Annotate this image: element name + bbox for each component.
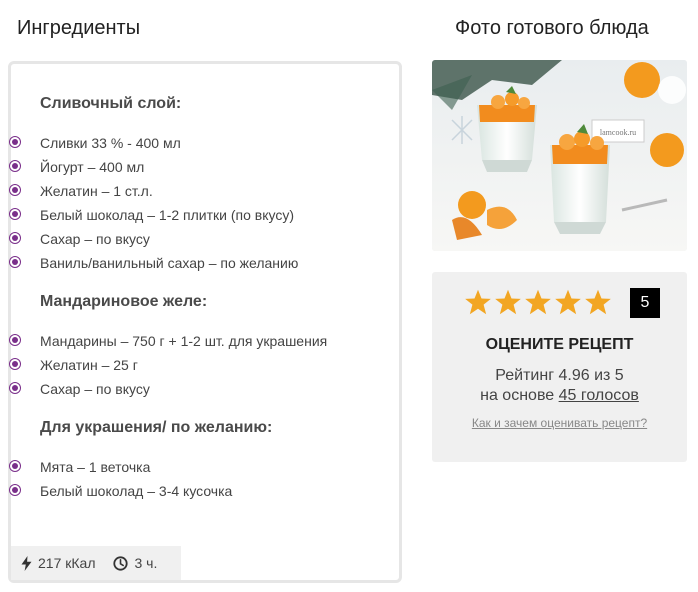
ingredient-group-decoration: Для украшения/ по желанию: Мята – 1 вето… [12,419,273,503]
list-item: Мята – 1 веточка [12,455,272,479]
rating-line: Рейтинг 4.96 из 5 [495,367,624,384]
star-icon[interactable] [584,287,612,317]
rating-panel: 5 ОЦЕНИТЕ РЕЦЕПТ Рейтинг 4.96 из 5 на ос… [432,272,687,462]
list-item: Ваниль/ванильный сахар – по желанию [12,251,298,275]
calories-info: 217 кКал [21,555,95,571]
list-item: Сливки 33 % - 400 мл [12,131,298,155]
rating-stars[interactable] [464,287,612,317]
bullet-icon [12,361,18,367]
votes-line: на основе 45 голосов [432,386,687,406]
recipe-meta-bar: 217 кКал 3 ч. [11,546,181,580]
ingredients-heading: Ингредиенты [17,17,141,39]
lightning-icon [21,555,32,571]
time-value: 3 ч. [134,555,158,571]
votes-prefix: на основе [480,387,559,404]
ingredient-list: Сливки 33 % - 400 мл Йогурт – 400 мл Жел… [12,131,298,275]
bullet-icon [12,163,18,169]
ingredient-group-jelly: Мандариновое желе: Мандарины – 750 г + 1… [12,293,327,401]
rate-recipe-label: ОЦЕНИТЕ РЕЦЕПТ [485,336,634,353]
list-item: Йогурт – 400 мл [12,155,298,179]
bullet-icon [12,385,18,391]
photo-tag-text: lamcook.ru [600,128,636,137]
bullet-icon [12,139,18,145]
list-item: Сахар – по вкусу [12,377,327,401]
bullet-icon [12,463,18,469]
list-item: Белый шоколад – 3-4 кусочка [12,479,272,503]
votes-link[interactable]: 45 голосов [559,387,639,404]
bullet-icon [12,487,18,493]
star-icon[interactable] [554,287,582,317]
star-icon[interactable] [524,287,552,317]
calories-value: 217 кКал [38,555,96,571]
rating-summary: Рейтинг 4.96 из 5 на основе 45 голосов [432,366,687,406]
ingredient-list: Мята – 1 веточка Белый шоколад – 3-4 кус… [12,455,272,503]
time-info: 3 ч. [113,555,157,571]
list-item: Мандарины – 750 г + 1-2 шт. для украшени… [12,329,327,353]
bullet-icon [12,235,18,241]
dish-photo-illustration: lamcook.ru [432,60,687,251]
list-item: Желатин – 1 ст.л. [12,179,298,203]
bullet-icon [12,337,18,343]
star-icon[interactable] [464,287,492,317]
bullet-icon [12,259,18,265]
ingredients-card: Сливочный слой: Сливки 33 % - 400 мл Йог… [8,61,402,583]
list-item: Белый шоколад – 1-2 плитки (по вкусу) [12,203,298,227]
ingredient-group-cream: Сливочный слой: Сливки 33 % - 400 мл Йог… [12,95,298,275]
ingredient-list: Мандарины – 750 г + 1-2 шт. для украшени… [12,329,327,401]
list-item: Сахар – по вкусу [12,227,298,251]
how-to-rate-link[interactable]: Как и зачем оценивать рецепт? [432,416,687,430]
bullet-icon [12,187,18,193]
group-title: Мандариновое желе: [40,293,208,310]
clock-icon [113,555,129,571]
selected-vote-badge: 5 [630,288,660,318]
photo-heading: Фото готового блюда [455,17,649,39]
group-title: Для украшения/ по желанию: [40,419,273,436]
list-item: Желатин – 25 г [12,353,327,377]
bullet-icon [12,211,18,217]
group-title: Сливочный слой: [40,95,182,112]
star-icon[interactable] [494,287,522,317]
dish-photo[interactable]: lamcook.ru [432,60,687,251]
